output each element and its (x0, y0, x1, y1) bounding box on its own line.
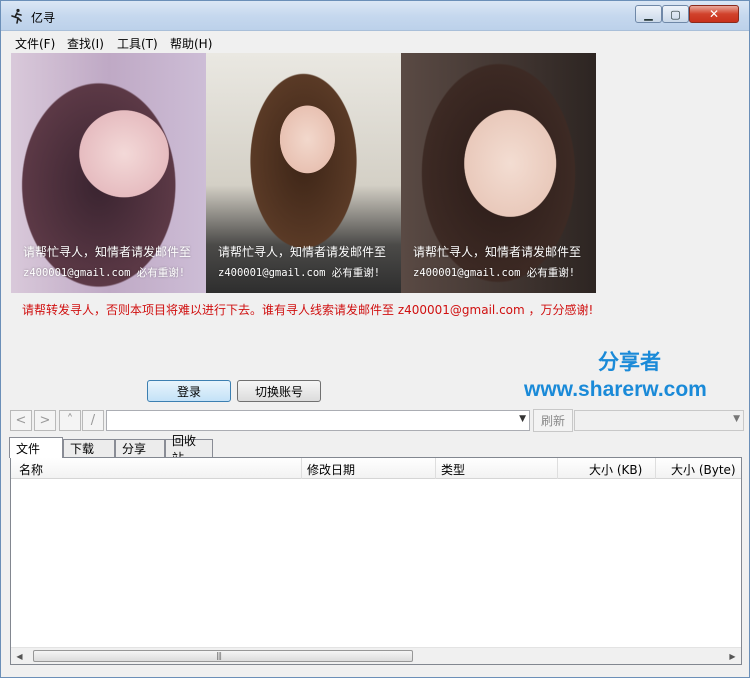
account-select[interactable]: ▼ (574, 410, 744, 431)
back-icon: < (15, 413, 27, 428)
refresh-button[interactable]: 刷新 (533, 409, 573, 432)
grip-icon: ||| (216, 651, 222, 660)
photo-email: z400001@gmail.com 必有重谢! (218, 267, 381, 279)
title-bar: 亿寻 ▁ ▢ ✕ (1, 1, 749, 31)
dropdown-arrow-icon[interactable]: ▼ (733, 414, 740, 424)
maximize-icon: ▢ (670, 7, 681, 21)
minimize-icon: ▁ (644, 7, 653, 21)
tab-files[interactable]: 文件 (9, 437, 63, 458)
up-button[interactable]: ˄ (59, 410, 81, 431)
column-name[interactable]: 名称 (19, 461, 43, 478)
horizontal-scrollbar[interactable]: ◀ ||| ▶ (11, 647, 741, 664)
column-divider[interactable] (301, 458, 302, 479)
window-title: 亿寻 (31, 11, 56, 25)
column-size-kb[interactable]: 大小 (KB) (589, 461, 642, 478)
menu-tools[interactable]: 工具(T) (117, 35, 158, 52)
banner-photo-1: 请帮忙寻人，知情者请发邮件至 z400001@gmail.com 必有重谢! (11, 53, 206, 293)
maximize-button[interactable]: ▢ (662, 5, 689, 23)
column-modified[interactable]: 修改日期 (307, 461, 355, 478)
column-type[interactable]: 类型 (441, 461, 465, 478)
banner-photo-2: 请帮忙寻人，知情者请发邮件至 z400001@gmail.com 必有重谢! (206, 53, 401, 293)
tab-downloads[interactable]: 下载 (63, 439, 115, 457)
photo-email: z400001@gmail.com 必有重谢! (23, 267, 186, 279)
banner-photo-3: 请帮忙寻人，知情者请发邮件至 z400001@gmail.com 必有重谢! (401, 53, 596, 293)
file-list[interactable]: 名称 修改日期 类型 大小 (KB) 大小 (Byte) ◀ ||| ▶ (10, 457, 742, 665)
back-button[interactable]: < (10, 410, 32, 431)
up-icon: ˄ (66, 413, 74, 428)
switch-account-button[interactable]: 切换账号 (237, 380, 321, 402)
path-combobox[interactable]: ▼ (106, 410, 530, 431)
forward-button[interactable]: > (34, 410, 56, 431)
photo-caption: 请帮忙寻人，知情者请发邮件至 (23, 245, 192, 259)
menu-help[interactable]: 帮助(H) (170, 35, 212, 52)
forward-notice: 请帮转发寻人，否则本项目将难以进行下去。谁有寻人线索请发邮件至 z400001@… (22, 303, 594, 317)
column-divider[interactable] (435, 458, 436, 479)
login-button[interactable]: 登录 (147, 380, 231, 402)
photo-email: z400001@gmail.com 必有重谢! (413, 267, 576, 279)
root-icon: / (90, 413, 96, 428)
watermark-cn: 分享者 (598, 350, 661, 374)
navigation-toolbar: < > ˄ / ▼ 刷新 ▼ (2, 409, 748, 433)
tab-shares[interactable]: 分享 (115, 439, 165, 457)
app-window: 亿寻 ▁ ▢ ✕ 文件(F) 查找(I) 工具(T) 帮助(H) 请帮忙寻人，知… (0, 0, 750, 678)
root-button[interactable]: / (82, 410, 104, 431)
scroll-left-icon[interactable]: ◀ (11, 648, 28, 664)
minimize-button[interactable]: ▁ (635, 5, 662, 23)
close-button[interactable]: ✕ (689, 5, 739, 23)
list-header: 名称 修改日期 类型 大小 (KB) 大小 (Byte) (11, 458, 741, 479)
menu-find[interactable]: 查找(I) (67, 35, 104, 52)
photo-caption: 请帮忙寻人，知情者请发邮件至 (413, 245, 582, 259)
close-icon: ✕ (708, 7, 720, 21)
app-runner-icon (11, 8, 22, 24)
tab-recycle-bin[interactable]: 回收站 (165, 434, 213, 465)
column-divider[interactable] (557, 458, 558, 479)
menu-bar: 文件(F) 查找(I) 工具(T) 帮助(H) (1, 32, 749, 53)
menu-file[interactable]: 文件(F) (15, 35, 55, 52)
watermark-url: www.sharerw.com (524, 378, 707, 401)
photo-caption: 请帮忙寻人，知情者请发邮件至 (218, 245, 387, 259)
forward-icon: > (39, 413, 51, 428)
scroll-right-icon[interactable]: ▶ (724, 648, 741, 664)
scrollbar-thumb[interactable]: ||| (33, 650, 413, 662)
banner-area: 请帮忙寻人，知情者请发邮件至 z400001@gmail.com 必有重谢! 请… (2, 53, 748, 403)
dropdown-arrow-icon[interactable]: ▼ (519, 414, 526, 424)
column-divider[interactable] (655, 458, 656, 479)
column-size-byte[interactable]: 大小 (Byte) (671, 461, 736, 478)
